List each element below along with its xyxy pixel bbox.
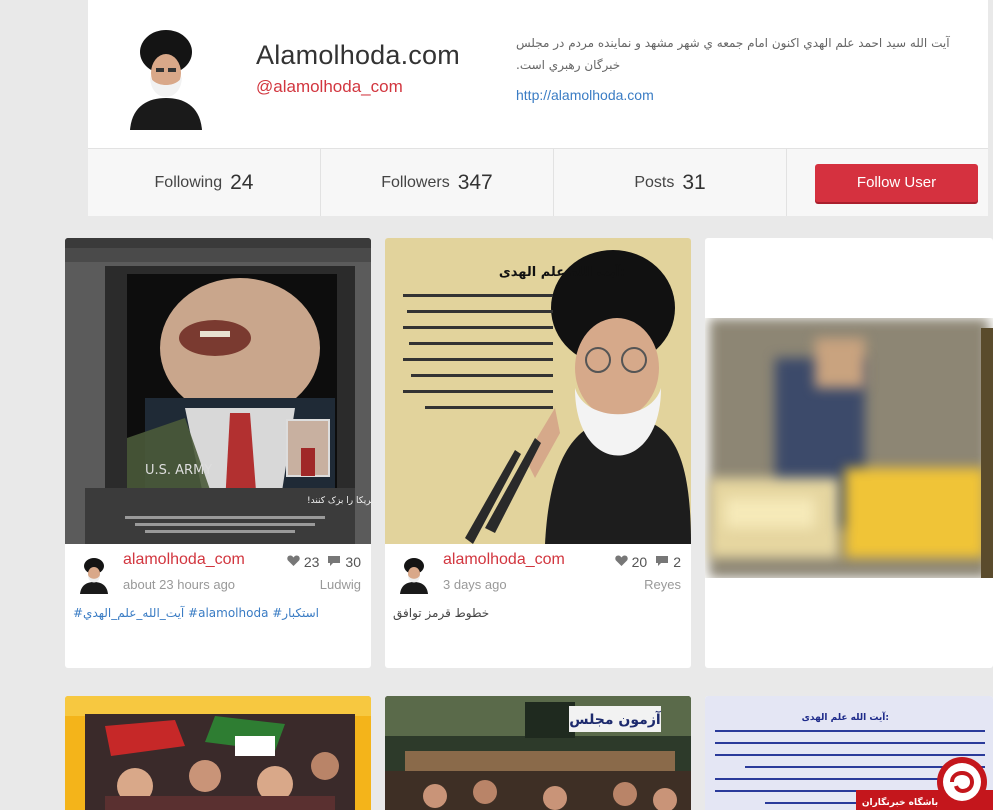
posts-count: 31 [682,170,706,194]
follow-user-button[interactable]: Follow User [815,163,978,202]
post-author-name[interactable]: Reyes [644,577,681,592]
followers-stat[interactable]: Followers 347 [321,149,554,216]
comment-icon[interactable] [655,554,669,570]
image-title: عده‌ای سعی نکنند چهره‌ی آمریکا را بزک کن… [307,494,371,506]
post-engagement: 23 30 [287,554,361,570]
post-author-avatar[interactable] [79,554,109,594]
following-label: Following [154,173,223,191]
comment-icon[interactable] [327,554,341,570]
post-card-4[interactable] [65,696,371,810]
post-author-avatar[interactable] [399,554,429,594]
watermark-text: باشگاه خبرنگاران [862,796,938,808]
profile-name: Alamolhoda.com [256,40,460,70]
heart-icon[interactable] [287,554,300,570]
quote-portrait-image: آیت الله علم الهدی: [385,238,691,544]
followers-label: Followers [381,173,450,191]
post-username[interactable]: alamolhoda_com [443,551,565,569]
middle-card-label: آزمون مجلس [569,710,662,728]
like-count: 20 [631,554,648,570]
profile-avatar[interactable] [126,18,206,130]
stats-bar: Following 24 Followers 347 Posts 31 Foll… [88,148,988,216]
post-timestamp: about 23 hours ago [123,577,236,592]
image-heading: آیت الله علم الهدی: [499,263,625,280]
following-count: 24 [230,170,254,194]
post-card-5[interactable]: آزمون مجلس [385,696,691,810]
website-link[interactable]: http://alamolhoda.com [516,87,654,103]
posts-label: Posts [634,173,675,191]
post-timestamp: 3 days ago [443,577,507,592]
card-edge-strip [981,328,993,578]
post-caption: خطوط قرمز توافق [393,606,490,620]
post-engagement: 20 2 [614,554,681,570]
posts-stat[interactable]: Posts 31 [554,149,787,216]
right-card-heading: آیت الله علم الهدی: [802,711,889,723]
watermark-badge: باشگاه خبرنگاران [856,756,993,810]
profile-header: Alamolhoda.com @alamolhoda_com آیت الله … [88,0,988,148]
post-image-2[interactable]: آیت الله علم الهدی: [385,238,691,544]
post-card-1[interactable]: U.S. ARMY عده‌ای سعی نکنند چهره‌ی آمریکا… [65,238,371,668]
comment-count: 30 [345,554,361,570]
comment-count: 2 [673,554,681,570]
profile-bio: آیت الله سید احمد علم الهدي اکنون امام ج… [516,36,950,72]
like-count: 23 [303,554,320,570]
post-image-1[interactable]: U.S. ARMY عده‌ای سعی نکنند چهره‌ی آمریکا… [65,238,371,544]
post-caption[interactable]: استکبار# alamolhoda# آیت_الله_علم_الهدي# [73,606,319,620]
follow-wrap: Follow User [787,149,988,216]
club-logo-icon: باشگاه خبرنگاران [856,757,993,810]
image-subtitle: U.S. ARMY [145,463,212,478]
following-stat[interactable]: Following 24 [88,149,321,216]
post-card-2[interactable]: آیت الله علم الهدی: alamolhoda_com 3 day… [385,238,691,668]
crowd-image [65,696,371,810]
followers-count: 347 [457,170,493,194]
post-username[interactable]: alamolhoda_com [123,551,245,569]
post-card-3[interactable] [705,238,993,668]
blurred-post-image[interactable] [705,318,993,578]
post-author-name[interactable]: Ludwig [320,577,361,592]
heart-icon[interactable] [614,554,628,570]
profile-handle[interactable]: @alamolhoda_com [256,77,403,97]
photoshop-collage-image: U.S. ARMY عده‌ای سعی نکنند چهره‌ی آمریکا… [65,238,371,544]
parliament-image: آزمون مجلس [385,696,691,810]
